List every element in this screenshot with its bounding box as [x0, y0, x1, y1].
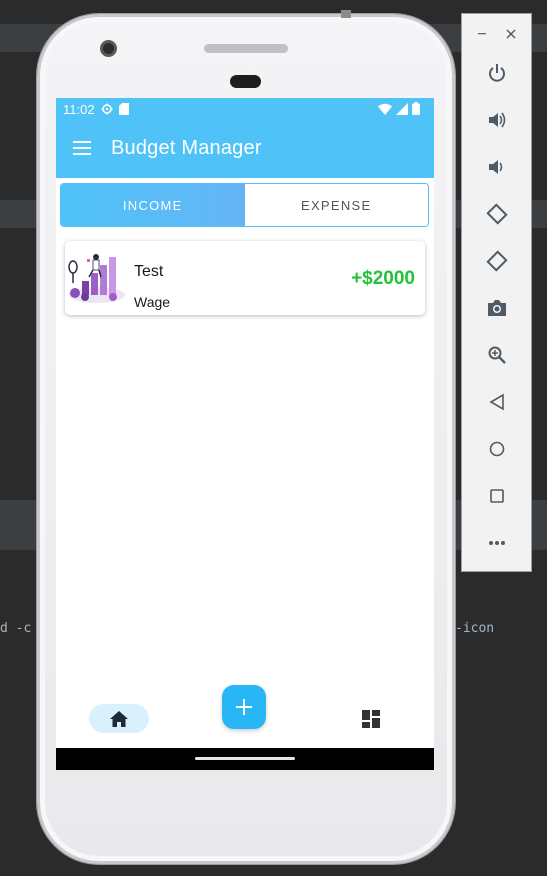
rotate-right-icon[interactable] [484, 248, 510, 274]
dashboard-icon [362, 710, 380, 728]
transaction-category: Wage [134, 294, 171, 310]
rotate-left-icon[interactable] [484, 201, 510, 227]
battery-icon [412, 102, 420, 115]
emulator-window-controls [462, 14, 531, 54]
close-icon[interactable] [498, 21, 524, 47]
camera-icon[interactable] [484, 295, 510, 321]
power-icon[interactable] [484, 60, 510, 86]
income-illustration-icon [68, 254, 125, 303]
app-bar: Budget Manager [56, 120, 434, 178]
ide-text-left: d -c [0, 621, 32, 636]
overview-icon[interactable] [484, 483, 510, 509]
volume-up-icon[interactable] [484, 107, 510, 133]
tab-group: INCOME EXPENSE [60, 183, 429, 227]
tab-income[interactable]: INCOME [61, 184, 245, 226]
sd-card-icon [118, 103, 129, 115]
transaction-card[interactable]: Test Wage +$2000 [65, 241, 425, 315]
home-gesture-bar[interactable] [195, 757, 295, 760]
device-screen: 11:02 Budget Manager INCOME EXPENSE Test… [56, 98, 434, 770]
top-speaker [204, 44, 288, 53]
status-bar: 11:02 [56, 98, 434, 120]
device-power-button [341, 10, 351, 18]
zoom-icon[interactable] [484, 342, 510, 368]
system-navigation-bar [56, 748, 434, 770]
transaction-amount: +$2000 [351, 268, 415, 289]
home-icon [110, 710, 128, 727]
status-time: 11:02 [63, 101, 95, 117]
app-title: Budget Manager [111, 137, 262, 159]
minimize-icon[interactable] [470, 21, 496, 47]
add-icon [236, 699, 252, 715]
earpiece [230, 75, 261, 88]
emulator-toolbar [461, 13, 532, 572]
front-camera [100, 40, 117, 57]
wifi-icon [378, 103, 392, 115]
back-icon[interactable] [484, 389, 510, 415]
transaction-name: Test [134, 263, 164, 280]
home-circle-icon[interactable] [484, 436, 510, 462]
nav-home-button[interactable] [89, 704, 149, 733]
signal-icon [396, 102, 408, 115]
volume-down-icon[interactable] [484, 154, 510, 180]
tab-expense[interactable]: EXPENSE [244, 184, 428, 226]
settings-status-icon [101, 103, 113, 115]
add-transaction-button[interactable] [222, 685, 266, 729]
nav-dashboard-button[interactable] [359, 707, 383, 731]
more-icon[interactable] [484, 530, 510, 556]
menu-icon[interactable] [70, 140, 94, 160]
ide-text-right: -icon [455, 621, 495, 636]
